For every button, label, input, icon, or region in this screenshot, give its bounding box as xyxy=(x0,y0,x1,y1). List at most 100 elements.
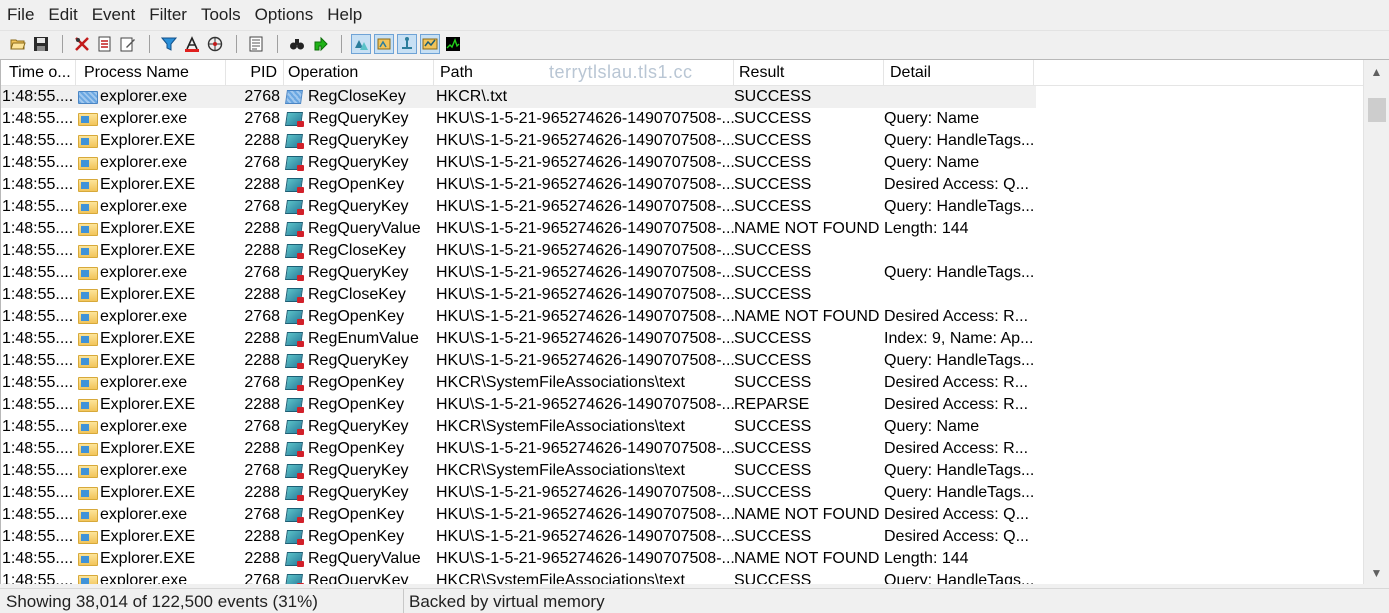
table-row[interactable]: 1:48:55.... explorer.exe 2768 RegOpenKey HKC… xyxy=(1,372,1363,394)
table-row[interactable]: 1:48:55.... Explorer.EXE 2288 RegEnumValue H… xyxy=(1,328,1363,350)
cell-result: SUCCESS xyxy=(734,264,812,281)
operation-name: RegOpenKey xyxy=(308,396,405,413)
cell-process: Explorer.EXE xyxy=(76,328,226,350)
table-row[interactable]: 1:48:55.... explorer.exe 2768 RegQueryKey HK… xyxy=(1,570,1363,584)
menu-file[interactable]: File xyxy=(0,0,41,30)
event-rows: 1:48:55.... explorer.exe 2768 RegCloseKey HK… xyxy=(1,86,1363,584)
cell-time: 1:48:55.... xyxy=(2,352,74,369)
table-row[interactable]: 1:48:55.... explorer.exe 2768 RegQueryKey HK… xyxy=(1,416,1363,438)
process-icon xyxy=(76,308,98,326)
operation-name: RegEnumValue xyxy=(308,330,419,347)
filesystem-activity-icon[interactable] xyxy=(374,33,394,54)
cell-pid: 2768 xyxy=(244,374,280,391)
autoscroll-icon[interactable] xyxy=(95,34,115,54)
operation-name: RegOpenKey xyxy=(308,374,405,391)
table-row[interactable]: 1:48:55.... Explorer.EXE 2288 RegQueryValue… xyxy=(1,548,1363,570)
column-header-time[interactable]: Time o... xyxy=(1,60,76,86)
cell-result: SUCCESS xyxy=(734,418,812,435)
menu-tools[interactable]: Tools xyxy=(194,0,248,30)
profiling-icon[interactable] xyxy=(443,34,463,54)
cell-path: HKCR\SystemFileAssociations\text xyxy=(436,572,685,584)
table-row[interactable]: 1:48:55.... explorer.exe 2768 RegCloseKey HK… xyxy=(1,86,1036,108)
operation-name: RegQueryValue xyxy=(308,550,421,567)
process-name: Explorer.EXE xyxy=(100,220,196,237)
toolbar-separator xyxy=(341,34,342,53)
table-row[interactable]: 1:48:55.... Explorer.EXE 2288 RegOpenKey HKU… xyxy=(1,174,1363,196)
column-header-detail[interactable]: Detail xyxy=(884,60,1034,86)
process-icon xyxy=(76,352,98,370)
open-icon[interactable] xyxy=(8,34,28,54)
cell-path: HKU\S-1-5-21-965274626-1490707508-... xyxy=(436,132,734,149)
table-row[interactable]: 1:48:55.... explorer.exe 2768 RegQueryKey HK… xyxy=(1,196,1363,218)
column-header-result[interactable]: Result xyxy=(734,60,884,86)
capture-icon[interactable] xyxy=(72,34,92,54)
clear-icon[interactable] xyxy=(118,34,138,54)
cell-detail: Query: HandleTags... xyxy=(884,462,1035,479)
operation-name: RegQueryKey xyxy=(308,352,409,369)
table-row[interactable]: 1:48:55.... explorer.exe 2768 RegQueryKey HK… xyxy=(1,152,1363,174)
registry-activity-icon[interactable] xyxy=(351,33,371,54)
table-row[interactable]: 1:48:55.... Explorer.EXE 2288 RegQueryKey HK… xyxy=(1,482,1363,504)
scroll-down-icon[interactable]: ▼ xyxy=(1364,563,1389,583)
table-row[interactable]: 1:48:55.... Explorer.EXE 2288 RegCloseKey HK… xyxy=(1,240,1363,262)
cell-operation: RegCloseKey xyxy=(284,86,434,108)
filter-icon[interactable] xyxy=(159,34,179,54)
save-icon[interactable] xyxy=(31,34,51,54)
cell-process: explorer.exe xyxy=(76,86,226,108)
network-icon[interactable] xyxy=(205,34,225,54)
menu-help[interactable]: Help xyxy=(320,0,369,30)
find-icon[interactable] xyxy=(287,34,307,54)
table-row[interactable]: 1:48:55.... explorer.exe 2768 RegQueryKey HK… xyxy=(1,108,1363,130)
cell-detail: Query: Name xyxy=(884,110,980,127)
scrollbar-thumb[interactable] xyxy=(1368,98,1386,122)
network-activity-icon[interactable] xyxy=(397,33,417,54)
column-header-path[interactable]: Path xyxy=(434,60,734,86)
cell-time: 1:48:55.... xyxy=(2,198,74,215)
cell-detail: Desired Access: R... xyxy=(884,396,1029,413)
cell-pid: 2768 xyxy=(244,308,280,325)
cell-detail: Query: Name xyxy=(884,154,980,171)
cell-detail: Length: 144 xyxy=(884,220,969,237)
jump-icon[interactable] xyxy=(310,34,330,54)
process-tree-icon[interactable] xyxy=(246,34,266,54)
table-row[interactable]: 1:48:55.... Explorer.EXE 2288 RegQueryKey HK… xyxy=(1,350,1363,372)
cell-detail xyxy=(884,284,1036,306)
process-name: explorer.exe xyxy=(100,154,188,171)
cell-pid: 2288 xyxy=(244,132,280,149)
cell-pid: 2768 xyxy=(244,506,280,523)
column-header-operation[interactable]: Operation xyxy=(284,60,434,86)
cell-path: HKU\S-1-5-21-965274626-1490707508-... xyxy=(436,506,734,523)
table-row[interactable]: 1:48:55.... Explorer.EXE 2288 RegOpenKey HKU… xyxy=(1,438,1363,460)
process-activity-icon[interactable] xyxy=(420,33,440,54)
cell-time: 1:48:55.... xyxy=(2,418,74,435)
operation-name: RegQueryKey xyxy=(308,198,409,215)
cell-process: explorer.exe xyxy=(76,108,226,130)
table-row[interactable]: 1:48:55.... explorer.exe 2768 RegQueryKey HK… xyxy=(1,262,1363,284)
vertical-scrollbar[interactable]: ▲ ▼ xyxy=(1363,60,1389,584)
event-grid[interactable]: Time o... Process Name PID Operation Pat… xyxy=(0,59,1389,584)
column-header-pid[interactable]: PID xyxy=(226,60,284,86)
menu-filter[interactable]: Filter xyxy=(142,0,194,30)
highlight-icon[interactable] xyxy=(182,34,202,54)
table-row[interactable]: 1:48:55.... Explorer.EXE 2288 RegCloseKey HK… xyxy=(1,284,1363,306)
menu-options[interactable]: Options xyxy=(248,0,321,30)
registry-icon xyxy=(284,418,306,436)
menu-edit[interactable]: Edit xyxy=(41,0,84,30)
cell-result: SUCCESS xyxy=(734,242,812,259)
table-row[interactable]: 1:48:55.... Explorer.EXE 2288 RegOpenKey HKU… xyxy=(1,394,1363,416)
menu-event[interactable]: Event xyxy=(85,0,142,30)
cell-pid: 2768 xyxy=(244,572,280,584)
cell-path: HKU\S-1-5-21-965274626-1490707508-... xyxy=(436,110,734,127)
cell-operation: RegQueryKey xyxy=(284,416,434,438)
cell-operation: RegCloseKey xyxy=(284,284,434,306)
table-row[interactable]: 1:48:55.... Explorer.EXE 2288 RegQueryValue… xyxy=(1,218,1363,240)
cell-result: SUCCESS xyxy=(734,572,812,584)
scroll-up-icon[interactable]: ▲ xyxy=(1364,62,1389,82)
table-row[interactable]: 1:48:55.... explorer.exe 2768 RegOpenKey HKU… xyxy=(1,504,1363,526)
table-row[interactable]: 1:48:55.... explorer.exe 2768 RegOpenKey HKU… xyxy=(1,306,1363,328)
cell-result: REPARSE xyxy=(734,396,810,413)
table-row[interactable]: 1:48:55.... Explorer.EXE 2288 RegQueryKey HK… xyxy=(1,130,1363,152)
table-row[interactable]: 1:48:55.... Explorer.EXE 2288 RegOpenKey HKU… xyxy=(1,526,1363,548)
table-row[interactable]: 1:48:55.... explorer.exe 2768 RegQueryKey HK… xyxy=(1,460,1363,482)
column-header-process[interactable]: Process Name xyxy=(76,60,226,86)
